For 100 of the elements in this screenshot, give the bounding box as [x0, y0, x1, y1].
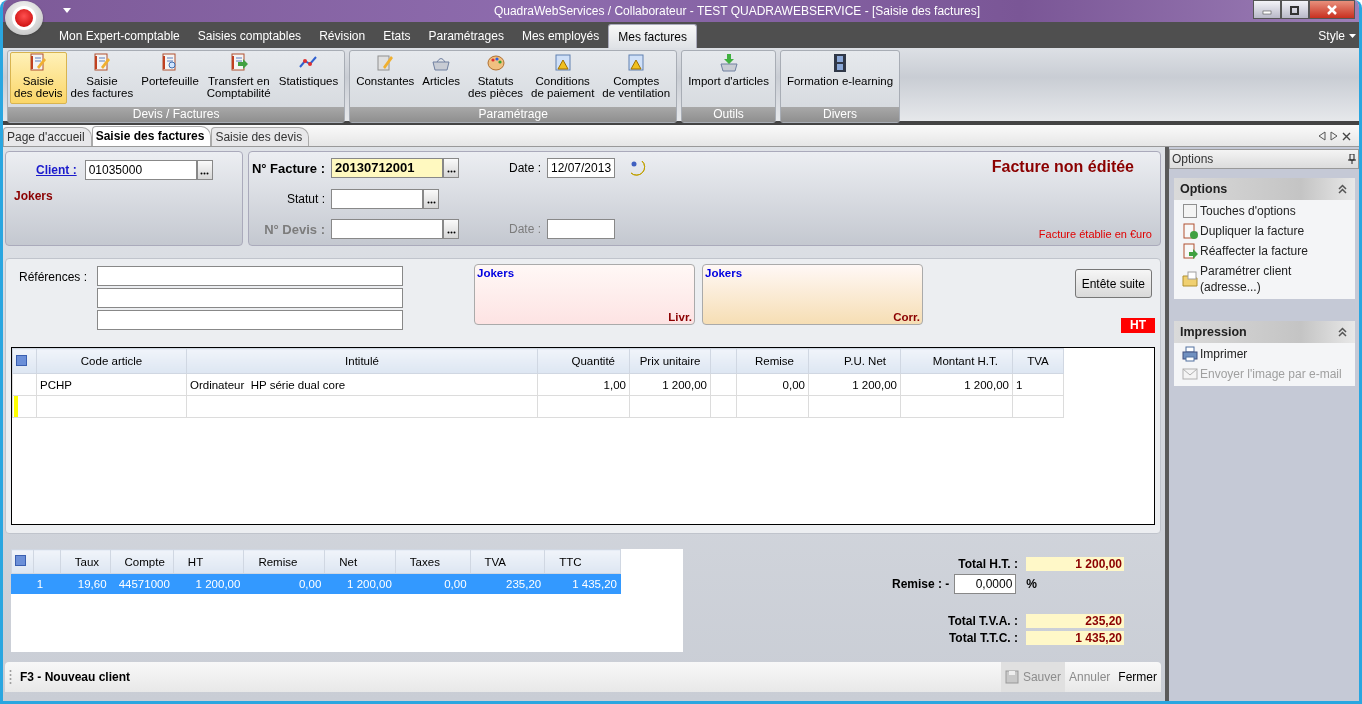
- total-label: Total H.T. :: [958, 556, 1018, 571]
- client-link[interactable]: Client :: [36, 163, 77, 177]
- minimize-button[interactable]: [1253, 0, 1281, 19]
- group-label: Outils: [682, 107, 775, 122]
- ribbon-button[interactable]: Transfert en Comptabilité: [202, 52, 275, 104]
- group-label: Divers: [780, 107, 900, 122]
- menu-tab[interactable]: Mon Expert-comptable: [50, 24, 189, 48]
- date-field[interactable]: [547, 219, 615, 239]
- document-tab[interactable]: Saisie des factures: [91, 126, 212, 146]
- status-field[interactable]: [331, 188, 423, 209]
- footer-button[interactable]: Fermer: [1114, 662, 1161, 692]
- close-button[interactable]: [1309, 0, 1355, 19]
- client-field[interactable]: 01035000: [84, 160, 197, 180]
- ribbon-button[interactable]: Conditions de paiement: [527, 52, 599, 104]
- option-link[interactable]: Dupliquer la facture: [1182, 223, 1355, 239]
- menu-tab[interactable]: Paramétrages: [419, 24, 513, 48]
- menu-tab[interactable]: Mes factures: [608, 24, 697, 48]
- total-value: 1 200,00: [1026, 556, 1124, 571]
- column-header: Intitulé: [186, 348, 538, 374]
- ribbon-button[interactable]: Comptes de ventilation: [598, 52, 675, 104]
- dropdown-icon: [63, 8, 71, 14]
- ribbon-button[interactable]: Statistiques: [274, 52, 343, 104]
- warning-icon: [552, 53, 573, 73]
- column-header: Quantité: [537, 348, 630, 374]
- section-header[interactable]: Options: [1174, 178, 1355, 200]
- browse-button[interactable]: [443, 219, 459, 239]
- basket-arrow-icon: [718, 53, 739, 73]
- total-value: 235,20: [1026, 613, 1124, 628]
- option-link[interactable]: Réaffecter la facture: [1182, 243, 1355, 259]
- select-all-icon: [16, 354, 27, 366]
- references-label: Références :: [19, 269, 88, 286]
- ribbon-button[interactable]: Import d'articles: [684, 52, 773, 104]
- app-logo-icon[interactable]: [5, 1, 43, 35]
- table-cell: 1 200,00: [347, 577, 392, 590]
- menu-tab[interactable]: Etats: [374, 24, 420, 48]
- table-cell: Ordinateur HP série dual core: [190, 378, 346, 391]
- window-title: QuadraWebServices / Collaborateur - TEST QUADRAWEBSERVICE - [Saisie des factures]: [492, 4, 982, 18]
- reference-field[interactable]: [97, 288, 404, 308]
- scroll-right-icon: [1330, 131, 1338, 141]
- date-label: Date :: [508, 161, 542, 175]
- invoice-number-field[interactable]: 20130712001: [331, 158, 443, 178]
- document-tab[interactable]: Saisie des devis: [211, 127, 310, 146]
- column-header: Montant H.T.: [900, 348, 1013, 374]
- column-header: HT: [173, 549, 244, 574]
- total-label: Remise : -: [891, 577, 950, 591]
- option-link[interactable]: Paramétrer client (adresse...): [1182, 263, 1355, 295]
- browse-button[interactable]: [423, 188, 439, 209]
- column-header: Compte: [110, 549, 174, 574]
- total-label: Total T.V.A. :: [948, 613, 1018, 628]
- style-menu[interactable]: Style: [1318, 24, 1349, 48]
- envelope-icon: [1182, 366, 1198, 382]
- ribbon-button[interactable]: Saisie des factures: [66, 52, 138, 104]
- notebook-icon: [91, 53, 112, 73]
- menu-tab[interactable]: Révision: [310, 24, 375, 48]
- ellipsis-icon: [446, 231, 456, 234]
- discount-field[interactable]: 0,0000: [954, 574, 1017, 594]
- option-link[interactable]: Imprimer: [1182, 346, 1355, 362]
- table-row[interactable]: PCHP Ordinateur HP série dual core 1,00 1 200,00 0,00 1 200,00 1 200,00 1: [12, 373, 1064, 396]
- quote-number-label: N° Devis :: [263, 221, 326, 237]
- column-header: Net: [324, 549, 396, 574]
- header-more-button[interactable]: Entête suite: [1074, 269, 1152, 298]
- browse-button[interactable]: [443, 158, 459, 178]
- menu-tab[interactable]: Saisies comptables: [188, 24, 311, 48]
- column-header: Prix unitaire: [629, 348, 711, 374]
- warning-icon: [626, 53, 647, 73]
- ribbon-button[interactable]: Articles: [418, 52, 465, 104]
- date-field[interactable]: 12/07/2013: [547, 158, 616, 178]
- quote-number-field[interactable]: [331, 219, 443, 239]
- invoice-number-label: N° Facture :: [250, 160, 326, 176]
- menu-tab[interactable]: Mes employés: [512, 24, 609, 48]
- group-label: Devis / Factures: [8, 107, 345, 122]
- ribbon-button[interactable]: Statuts des pièces: [464, 52, 528, 104]
- column-header: Remise: [243, 549, 325, 574]
- address-card[interactable]: Jokers Livr.: [474, 264, 695, 325]
- column-header: Taxes: [395, 549, 471, 574]
- reference-field[interactable]: [97, 266, 404, 286]
- section-header[interactable]: Impression: [1174, 321, 1355, 343]
- table-cell: 0,00: [782, 378, 805, 391]
- table-cell: 1 200,00: [964, 378, 1009, 391]
- address-name: Jokers: [705, 267, 744, 279]
- pin-icon: [1348, 154, 1356, 164]
- total-value: 1 435,20: [1026, 630, 1124, 645]
- maximize-button[interactable]: [1281, 0, 1309, 19]
- reference-field[interactable]: [97, 310, 404, 330]
- dropdown-icon: [1349, 34, 1356, 39]
- column-header: TVA: [470, 549, 545, 574]
- collapse-icon: [1338, 184, 1347, 194]
- checkbox-icon: [1182, 203, 1198, 219]
- ribbon-button[interactable]: Constantes: [352, 52, 419, 104]
- ribbon-button[interactable]: Portefeuille: [137, 52, 203, 104]
- document-tab[interactable]: Page d'accueil: [3, 127, 92, 146]
- ribbon-button[interactable]: Formation e-learning: [782, 52, 898, 104]
- ribbon-button[interactable]: Saisie des devis: [10, 52, 67, 104]
- table-cell: 1 200,00: [195, 577, 241, 590]
- address-card[interactable]: Jokers Corr.: [702, 264, 923, 325]
- section-title: Impression: [1180, 325, 1247, 339]
- option-link[interactable]: Touches d'options: [1182, 203, 1355, 219]
- table-cell: 19,60: [77, 577, 107, 590]
- address-type: Livr.: [668, 311, 692, 323]
- ellipsis-icon: [426, 200, 436, 204]
